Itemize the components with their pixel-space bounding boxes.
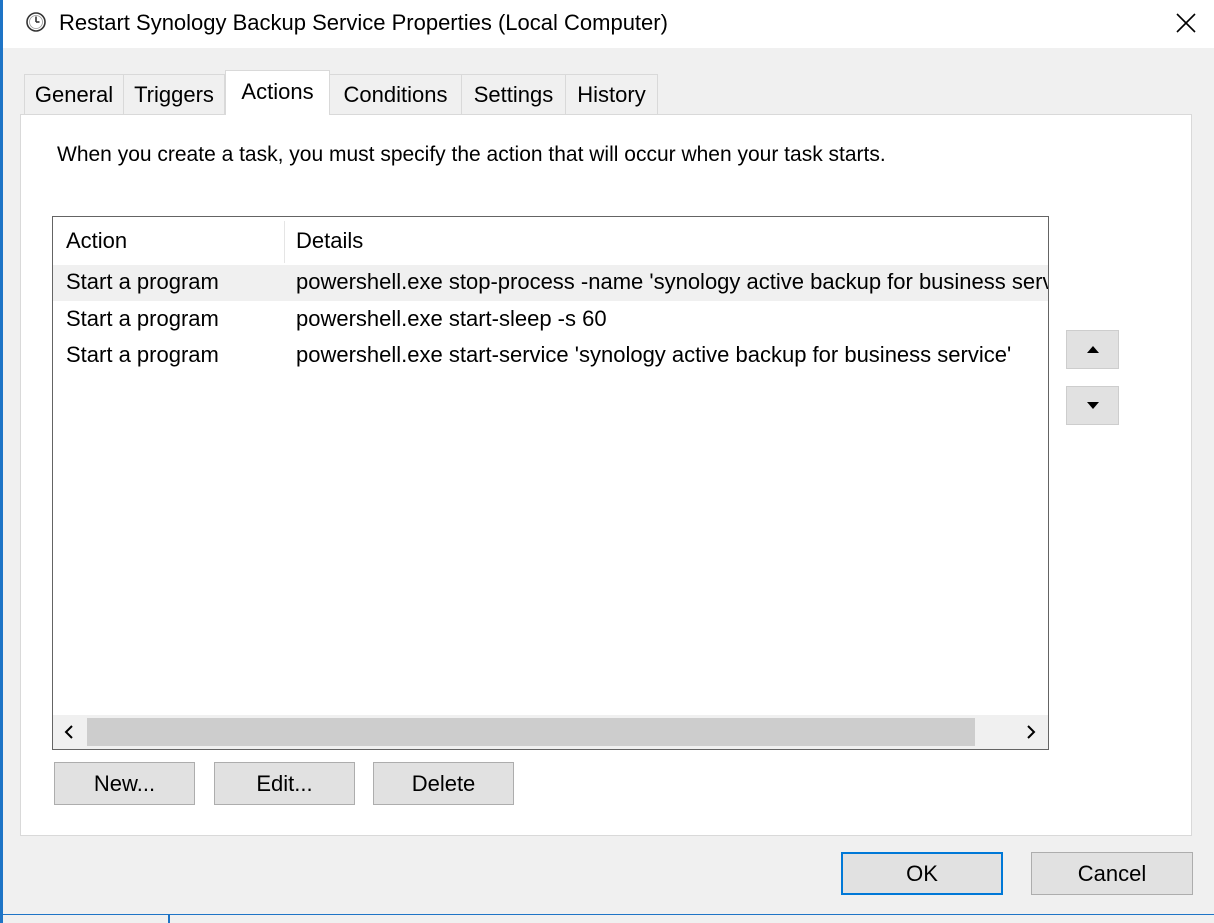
action-details: powershell.exe start-service 'synology a…	[296, 342, 1012, 367]
action-type: Start a program	[66, 269, 219, 294]
ok-button[interactable]: OK	[841, 852, 1003, 895]
close-button[interactable]	[1164, 4, 1208, 42]
action-type: Start a program	[66, 342, 219, 367]
action-details: powershell.exe start-sleep -s 60	[296, 306, 607, 331]
horizontal-scrollbar[interactable]	[53, 715, 1048, 749]
chevron-right-icon	[1027, 725, 1036, 739]
action-details: powershell.exe stop-process -name 'synol…	[296, 269, 1048, 294]
list-item[interactable]: Start a program powershell.exe stop-proc…	[53, 265, 1048, 301]
window-border	[0, 0, 3, 923]
column-header-details[interactable]: Details	[296, 225, 363, 257]
tab-history[interactable]: History	[565, 74, 658, 114]
tab-triggers[interactable]: Triggers	[123, 74, 225, 114]
taskbar-divider	[168, 914, 170, 923]
scroll-left-button[interactable]	[53, 715, 85, 749]
actions-panel: When you create a task, you must specify…	[20, 114, 1192, 836]
scrollbar-thumb[interactable]	[87, 718, 975, 746]
list-item[interactable]: Start a program powershell.exe start-sle…	[53, 302, 1048, 338]
clock-icon	[26, 12, 46, 32]
scroll-right-button[interactable]	[1015, 715, 1047, 749]
column-divider[interactable]	[284, 221, 285, 263]
tab-conditions[interactable]: Conditions	[329, 74, 462, 114]
cancel-button[interactable]: Cancel	[1031, 852, 1193, 895]
window-title: Restart Synology Backup Service Properti…	[59, 10, 668, 35]
list-header: Action Details	[53, 217, 1048, 263]
tab-general[interactable]: General	[24, 74, 124, 114]
triangle-down-icon	[1086, 402, 1099, 409]
new-action-button[interactable]: New...	[54, 762, 195, 805]
list-item[interactable]: Start a program powershell.exe start-ser…	[53, 338, 1048, 374]
action-type: Start a program	[66, 306, 219, 331]
actions-list[interactable]: Action Details Start a program powershel…	[52, 216, 1049, 750]
close-icon	[1176, 13, 1196, 33]
taskbar-edge	[0, 914, 1214, 915]
intro-text: When you create a task, you must specify…	[57, 143, 886, 166]
column-header-action[interactable]: Action	[66, 225, 127, 257]
delete-action-button[interactable]: Delete	[373, 762, 514, 805]
title-bar: Restart Synology Backup Service Properti…	[3, 0, 1214, 48]
move-down-button[interactable]	[1066, 386, 1119, 425]
tab-settings[interactable]: Settings	[461, 74, 566, 114]
edit-action-button[interactable]: Edit...	[214, 762, 355, 805]
move-up-button[interactable]	[1066, 330, 1119, 369]
tab-actions[interactable]: Actions	[225, 70, 330, 115]
triangle-up-icon	[1086, 346, 1099, 353]
chevron-left-icon	[64, 725, 73, 739]
